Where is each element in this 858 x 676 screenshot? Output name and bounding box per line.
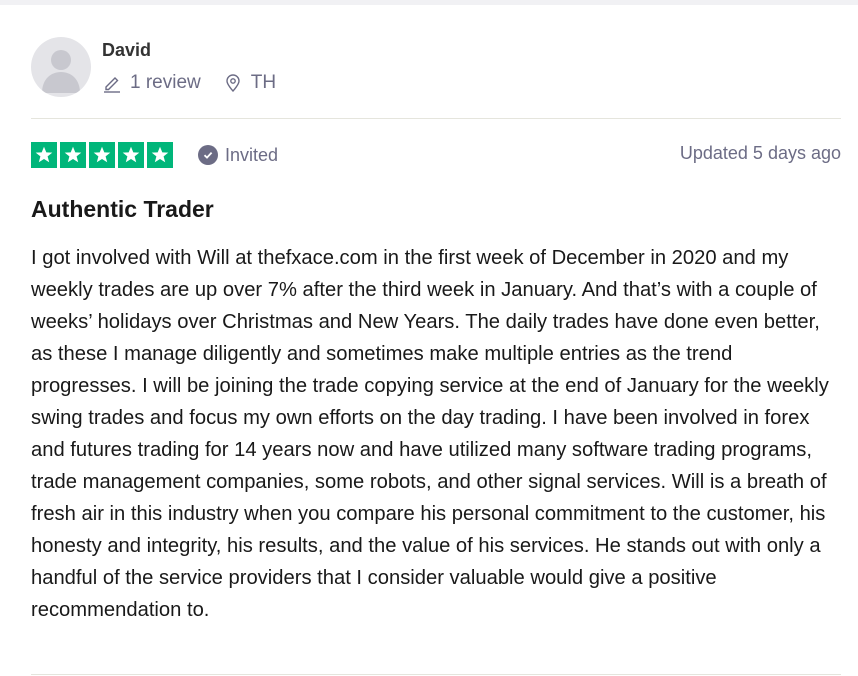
avatar[interactable] bbox=[31, 37, 91, 97]
updated-date: Updated 5 days ago bbox=[679, 143, 841, 163]
reviewer-country: TH bbox=[250, 72, 277, 93]
checkmark-icon bbox=[198, 145, 218, 165]
star-icon bbox=[60, 142, 86, 168]
review-count: 1 review bbox=[130, 72, 201, 93]
invited-badge[interactable]: Invited bbox=[198, 142, 278, 168]
star-rating bbox=[31, 142, 176, 168]
star-icon bbox=[89, 142, 115, 168]
reviewer-meta: 1 review TH bbox=[102, 72, 276, 94]
divider bbox=[31, 118, 841, 119]
invited-label: Invited bbox=[225, 144, 279, 165]
review-body: I got involved with Will at thefxace.com… bbox=[31, 247, 829, 621]
star-icon bbox=[147, 142, 173, 168]
review-card: David 1 review TH Invited Updated 5 days… bbox=[31, 5, 841, 676]
review-title[interactable]: Authentic Trader bbox=[31, 196, 214, 223]
star-icon bbox=[31, 142, 57, 168]
star-icon bbox=[118, 142, 144, 168]
reviewer-name[interactable]: David bbox=[102, 40, 151, 61]
user-silhouette-icon bbox=[42, 50, 80, 93]
pencil-icon bbox=[102, 73, 122, 93]
location-pin-icon bbox=[223, 73, 243, 93]
divider bbox=[31, 674, 841, 675]
